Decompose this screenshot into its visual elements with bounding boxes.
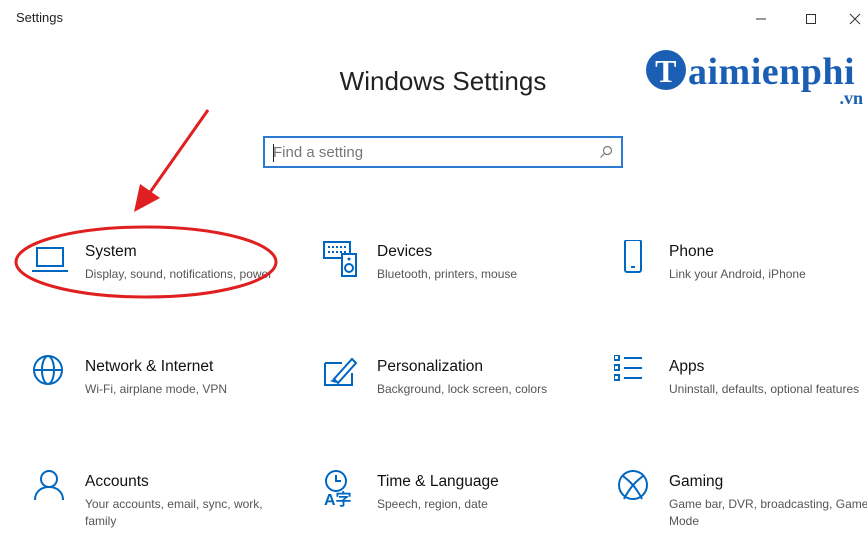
category-title: Gaming [669, 473, 724, 490]
category-desc: Your accounts, email, sync, work, family [85, 497, 263, 528]
title-bar: Settings [0, 0, 867, 40]
close-button[interactable] [838, 6, 867, 32]
search-icon[interactable] [599, 145, 613, 159]
window-title: Settings [16, 10, 63, 25]
maximize-icon [806, 14, 816, 24]
logo-initial: T [646, 50, 686, 90]
category-devices[interactable]: Devices Bluetooth, printers, mouse [322, 240, 592, 330]
category-phone[interactable]: Phone Link your Android, iPhone [614, 240, 867, 330]
category-apps[interactable]: Apps Uninstall, defaults, optional featu… [614, 355, 867, 445]
keyboard-speaker-icon [323, 241, 357, 277]
annotation-arrow-head [134, 184, 160, 212]
minimize-button[interactable] [744, 6, 778, 32]
xbox-icon [618, 470, 648, 500]
category-personalization[interactable]: Personalization Background, lock screen,… [322, 355, 592, 445]
search-box[interactable] [263, 136, 623, 168]
category-title: Devices [377, 243, 433, 260]
category-title: Accounts [85, 473, 149, 490]
laptop-icon [32, 247, 68, 272]
category-gaming[interactable]: Gaming Game bar, DVR, broadcasting, Game… [614, 470, 867, 560]
category-title: Network & Internet [85, 358, 214, 375]
phone-icon [624, 240, 642, 273]
category-network[interactable]: Network & Internet Wi-Fi, airplane mode,… [30, 355, 300, 445]
annotation-arrow-shaft [144, 109, 210, 199]
category-desc: Wi-Fi, airplane mode, VPN [85, 382, 228, 396]
logo-brand-text: aimienphi [688, 51, 856, 93]
category-desc: Uninstall, defaults, optional features [669, 382, 860, 396]
category-desc: Speech, region, date [377, 497, 488, 511]
category-title: Personalization [377, 358, 483, 375]
category-system[interactable]: System Display, sound, notifications, po… [30, 240, 300, 330]
svg-text:A字: A字 [324, 490, 352, 509]
category-title: Time & Language [377, 473, 499, 490]
category-desc: Display, sound, notifications, power [85, 267, 273, 281]
category-time-language[interactable]: A字 Time & Language Speech, region, date [322, 470, 592, 560]
maximize-button[interactable] [794, 6, 828, 32]
category-title: Phone [669, 243, 714, 260]
category-accounts[interactable]: Accounts Your accounts, email, sync, wor… [30, 470, 300, 560]
close-icon [849, 13, 861, 25]
category-desc: Bluetooth, printers, mouse [377, 267, 518, 281]
logo-tld: .vn [839, 88, 863, 108]
globe-icon [33, 355, 63, 385]
category-desc: Game bar, DVR, broadcasting, Game Mode [669, 497, 867, 528]
search-input[interactable] [273, 142, 583, 162]
category-desc: Link your Android, iPhone [669, 267, 806, 281]
category-desc: Background, lock screen, colors [377, 382, 548, 396]
time-language-icon: A字 [324, 470, 352, 509]
paint-icon [324, 357, 358, 386]
category-title: System [85, 243, 137, 260]
minimize-icon [756, 18, 766, 20]
watermark-logo: Taimienphi .vn [646, 50, 867, 110]
logo-brand: Taimienphi [646, 50, 855, 94]
apps-list-icon [614, 355, 642, 381]
person-icon [34, 470, 64, 501]
category-title: Apps [669, 358, 705, 375]
